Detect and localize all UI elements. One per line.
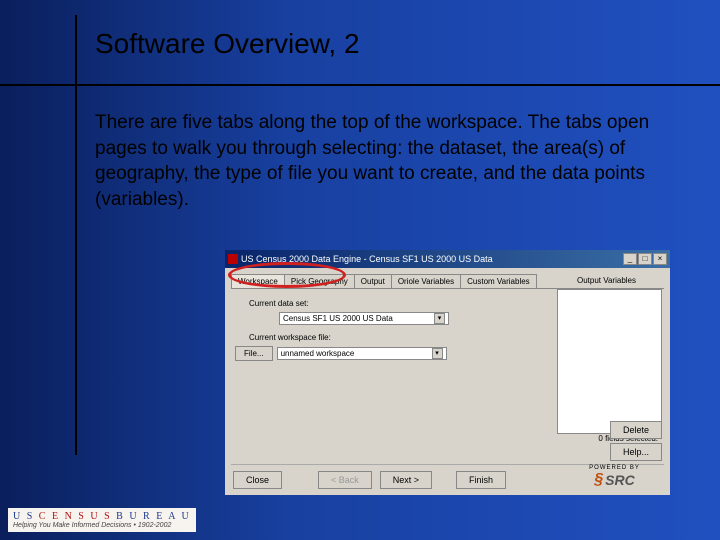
help-button[interactable]: Help... <box>610 443 662 461</box>
swirl-icon: § <box>594 471 603 489</box>
workspace-label: Current workspace file: <box>249 333 331 342</box>
workspace-dropdown[interactable]: unnamed workspace ▾ <box>277 347 447 360</box>
slide-title: Software Overview, 2 <box>95 28 360 60</box>
window-titlebar: US Census 2000 Data Engine - Census SF1 … <box>225 250 670 268</box>
window-controls: _ □ × <box>623 253 667 265</box>
chevron-down-icon[interactable]: ▾ <box>432 348 443 359</box>
app-window: US Census 2000 Data Engine - Census SF1 … <box>225 250 670 495</box>
window-title: US Census 2000 Data Engine - Census SF1 … <box>241 254 493 264</box>
tab-oriole-variables[interactable]: Oriole Variables <box>391 274 461 288</box>
next-button[interactable]: Next > <box>380 471 432 489</box>
tab-output[interactable]: Output <box>354 274 392 288</box>
content-panel: Output Variables Current data set: Censu… <box>231 288 664 438</box>
output-variables-label: Output Variables <box>577 276 636 285</box>
side-buttons: Delete Help... <box>610 421 662 461</box>
slide-body-text: There are five tabs along the top of the… <box>95 110 655 213</box>
census-wordmark: U S C E N S U S B U R E A U <box>13 511 191 522</box>
src-text: SRC <box>605 472 635 488</box>
file-button[interactable]: File... <box>235 346 273 361</box>
close-window-button[interactable]: × <box>653 253 667 265</box>
minimize-button[interactable]: _ <box>623 253 637 265</box>
maximize-button[interactable]: □ <box>638 253 652 265</box>
vertical-rule <box>75 15 77 455</box>
census-tagline: Helping You Make Informed Decisions • 19… <box>13 522 191 529</box>
dataset-value: Census SF1 US 2000 US Data <box>283 314 393 323</box>
horizontal-rule <box>0 84 720 86</box>
tab-custom-variables[interactable]: Custom Variables <box>460 274 537 288</box>
output-variables-list[interactable] <box>557 289 662 434</box>
dataset-dropdown[interactable]: Census SF1 US 2000 US Data ▾ <box>279 312 449 325</box>
delete-button[interactable]: Delete <box>610 421 662 439</box>
finish-button[interactable]: Finish <box>456 471 506 489</box>
tab-pick-geography[interactable]: Pick Geography <box>284 274 355 288</box>
census-bureau-logo: U S C E N S U S B U R E A U Helping You … <box>8 508 196 532</box>
workspace-value: unnamed workspace <box>281 349 355 358</box>
chevron-down-icon[interactable]: ▾ <box>434 313 445 324</box>
src-logo: § SRC <box>567 471 662 489</box>
back-button[interactable]: < Back <box>318 471 372 489</box>
close-button[interactable]: Close <box>233 471 282 489</box>
app-icon <box>228 254 238 264</box>
dataset-label: Current data set: <box>249 299 309 308</box>
tab-workspace[interactable]: Workspace <box>231 274 285 288</box>
powered-by-area: POWERED BY § SRC <box>567 465 662 489</box>
